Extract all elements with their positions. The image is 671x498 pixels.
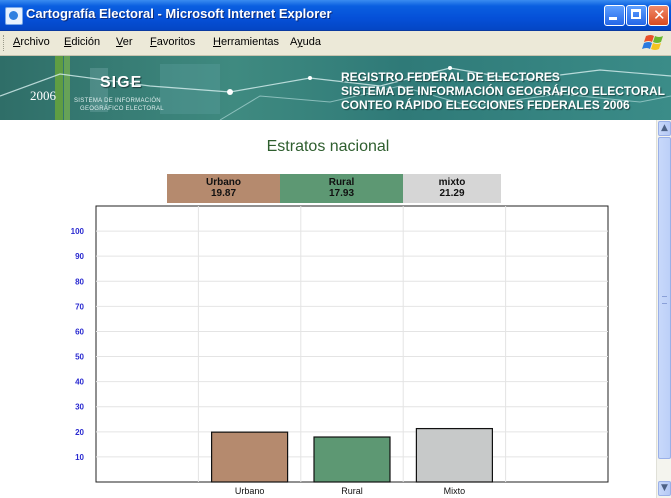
page-content: Estratos nacional Urbano 19.87 Rural 17.… bbox=[0, 120, 656, 498]
menu-ver[interactable]: Ver bbox=[116, 36, 133, 48]
banner-line-1: REGISTRO FEDERAL DE ELECTORES bbox=[341, 70, 560, 84]
close-icon: ✕ bbox=[653, 6, 666, 24]
toolbar-grip[interactable] bbox=[3, 35, 7, 51]
menu-archivo[interactable]: Archivo bbox=[13, 36, 50, 48]
y-tick-label: 90 bbox=[75, 252, 84, 261]
sige-subtitle-1: SISTEMA DE INFORMACIÓN bbox=[74, 98, 161, 104]
y-tick-label: 20 bbox=[75, 428, 84, 437]
y-tick-label: 60 bbox=[75, 327, 84, 336]
bar-mixto bbox=[415, 427, 493, 483]
banner-line-3: CONTEO RÁPIDO ELECCIONES FEDERALES 2006 bbox=[341, 98, 630, 112]
windows-logo-icon bbox=[642, 35, 663, 50]
scroll-down-button[interactable]: ▼ bbox=[658, 481, 671, 496]
sige-subtitle-2: GEOGRÁFICO ELECTORAL bbox=[80, 106, 164, 112]
maximize-icon bbox=[631, 9, 641, 19]
menu-herramientas[interactable]: Herramientas bbox=[213, 36, 279, 48]
bar-rural bbox=[313, 436, 391, 483]
x-label-rural: Rural bbox=[341, 486, 363, 496]
x-label-urbano: Urbano bbox=[235, 486, 265, 496]
banner-line-2: SISTEMA DE INFORMACIÓN GEOGRÁFICO ELECTO… bbox=[341, 84, 666, 98]
menu-edicion[interactable]: Edición bbox=[64, 36, 100, 48]
y-tick-label: 70 bbox=[75, 302, 84, 311]
menu-favoritos[interactable]: Favoritos bbox=[150, 36, 195, 48]
y-tick-label: 80 bbox=[75, 277, 84, 286]
menu-ayuda[interactable]: Ayuda bbox=[290, 36, 321, 48]
menu-bar: Archivo Edición Ver Favoritos Herramient… bbox=[0, 31, 671, 56]
close-button[interactable]: ✕ bbox=[648, 5, 669, 26]
minimize-button[interactable] bbox=[604, 5, 625, 26]
bar-urbano bbox=[211, 431, 289, 483]
y-tick-label: 10 bbox=[75, 453, 84, 462]
x-label-mixto: Mixto bbox=[444, 486, 466, 496]
scroll-thumb[interactable] bbox=[658, 137, 671, 459]
sige-logo: SIGE bbox=[100, 74, 143, 91]
vertical-scrollbar[interactable]: ▲ ▼ bbox=[656, 120, 671, 498]
ie-icon[interactable] bbox=[5, 7, 23, 25]
y-tick-label: 40 bbox=[75, 378, 84, 387]
window-title-bar[interactable]: Cartografía Electoral - Microsoft Intern… bbox=[0, 0, 671, 31]
y-tick-label: 30 bbox=[75, 403, 84, 412]
window-title: Cartografía Electoral - Microsoft Intern… bbox=[26, 6, 332, 21]
sige-banner: 2006 SIGE SISTEMA DE INFORMACIÓN GEOGRÁF… bbox=[0, 56, 671, 120]
scroll-grip-icon bbox=[662, 296, 667, 304]
banner-year: 2006 bbox=[30, 88, 56, 103]
y-tick-label: 100 bbox=[71, 227, 85, 236]
scroll-up-button[interactable]: ▲ bbox=[658, 121, 671, 136]
y-tick-label: 50 bbox=[75, 353, 84, 362]
bar-chart: 10 20 30 40 50 60 70 80 90 100 Urbano Rural Mixto bbox=[71, 205, 609, 496]
maximize-button[interactable] bbox=[626, 5, 647, 26]
minimize-icon bbox=[609, 17, 617, 20]
